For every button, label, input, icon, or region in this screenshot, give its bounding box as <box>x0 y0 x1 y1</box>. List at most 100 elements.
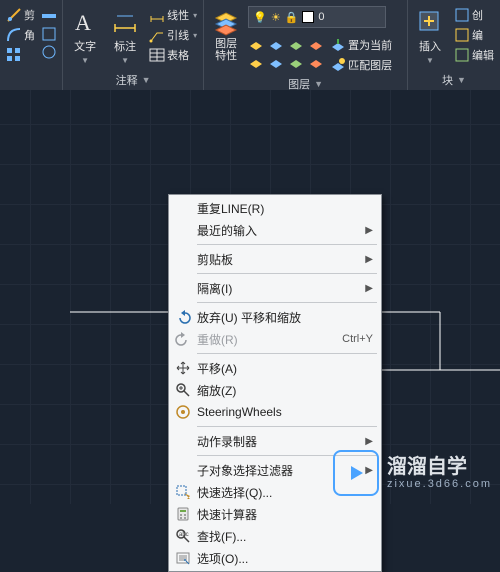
menu-item-label: 平移(A) <box>197 360 373 377</box>
block-attr-icon <box>454 47 470 63</box>
layer-ic-2[interactable] <box>268 36 284 52</box>
undo-icon <box>169 309 197 325</box>
chevron-down-icon: ▼ <box>142 75 151 85</box>
submenu-arrow-icon: ▶ <box>365 225 373 236</box>
trim-icon <box>6 7 22 23</box>
panel-modify: 剪 角 <box>0 0 63 92</box>
fillet-button[interactable]: 角 <box>4 26 37 44</box>
match-layer-icon <box>330 57 346 73</box>
dimension-button[interactable]: 标注 ▼ <box>107 6 143 67</box>
array-button[interactable] <box>4 46 37 64</box>
watermark: 溜溜自学 zixue.3d66.com <box>333 450 492 496</box>
submenu-arrow-icon: ▶ <box>365 436 373 447</box>
menu-item-7[interactable]: 放弃(U) 平移和缩放 <box>169 306 381 328</box>
text-icon: A <box>71 8 99 36</box>
dimension-icon <box>111 8 139 36</box>
watermark-brand: 溜溜自学 <box>387 456 492 478</box>
menu-separator <box>197 273 377 274</box>
menu-item-5[interactable]: 隔离(I)▶ <box>169 277 381 299</box>
menu-item-label: 放弃(U) 平移和缩放 <box>197 309 373 326</box>
menu-item-10[interactable]: 平移(A) <box>169 357 381 379</box>
panel-annotation: A 文字 ▼ 标注 ▼ 线性▾ 引线▾ 表格 注释▼ <box>63 0 204 92</box>
panel-layer: 图层特性 💡 ☀ 🔒 0 <box>204 0 408 92</box>
qselect-icon <box>169 484 197 500</box>
svg-text:abc: abc <box>179 532 189 538</box>
chevron-down-icon: ▼ <box>81 56 89 65</box>
leader-button[interactable]: 引线▾ <box>147 26 199 44</box>
zoom-icon <box>169 382 197 398</box>
canvas[interactable]: 重复LINE(R)最近的输入▶剪贴板▶隔离(I)▶放弃(U) 平移和缩放重做(R… <box>0 90 500 504</box>
leader-icon <box>149 27 165 43</box>
panel-block-title[interactable]: 块▼ <box>412 70 496 92</box>
set-current-icon <box>330 37 346 53</box>
modify-icon-1[interactable] <box>41 8 57 24</box>
find-icon: abc <box>169 528 197 544</box>
menu-item-19[interactable]: abc 查找(F)... <box>169 525 381 547</box>
layer-ic-1[interactable] <box>248 36 264 52</box>
modify-icon-3[interactable] <box>41 44 57 60</box>
menu-item-label: 重复LINE(R) <box>197 200 373 217</box>
layer-ic-8[interactable] <box>308 54 324 70</box>
menu-shortcut: Ctrl+Y <box>342 333 373 345</box>
block-create-button[interactable]: 创 <box>452 6 496 24</box>
layer-ic-7[interactable] <box>288 54 304 70</box>
submenu-arrow-icon: ▶ <box>365 254 373 265</box>
trim-button[interactable]: 剪 <box>4 6 37 24</box>
menu-item-1[interactable]: 最近的输入▶ <box>169 219 381 241</box>
sun-icon: ☀ <box>271 11 281 24</box>
block-edit-icon <box>454 27 470 43</box>
set-current-button[interactable]: 置为当前 <box>328 36 394 54</box>
menu-item-label: 最近的输入 <box>197 222 365 239</box>
menu-item-12[interactable]: SteeringWheels <box>169 401 381 423</box>
menu-item-label: 查找(F)... <box>197 528 373 545</box>
block-editattr-button[interactable]: 编辑 <box>452 46 496 64</box>
chevron-down-icon: ▼ <box>457 75 466 85</box>
menu-separator <box>197 353 377 354</box>
context-menu: 重复LINE(R)最近的输入▶剪贴板▶隔离(I)▶放弃(U) 平移和缩放重做(R… <box>168 194 382 572</box>
layer-combo[interactable]: 💡 ☀ 🔒 0 <box>248 6 386 28</box>
menu-item-label: 快速计算器 <box>197 506 373 523</box>
linear-icon <box>149 7 165 23</box>
array-icon <box>6 47 22 63</box>
calc-icon <box>169 506 197 522</box>
ribbon: 剪 角 A 文字 ▼ 标注 ▼ 线 <box>0 0 500 91</box>
menu-separator <box>197 302 377 303</box>
linear-button[interactable]: 线性▾ <box>147 6 199 24</box>
layer-ic-3[interactable] <box>288 36 304 52</box>
layer-ic-5[interactable] <box>248 54 264 70</box>
match-layer-button[interactable]: 匹配图层 <box>328 56 394 74</box>
layer-ic-6[interactable] <box>268 54 284 70</box>
wheel-icon <box>169 404 197 420</box>
panel-annot-title[interactable]: 注释▼ <box>67 70 199 92</box>
layer-prop-label: 图层特性 <box>215 38 237 62</box>
watermark-url: zixue.3d66.com <box>387 478 492 490</box>
menu-item-3[interactable]: 剪贴板▶ <box>169 248 381 270</box>
menu-item-label: SteeringWheels <box>197 405 373 419</box>
menu-item-label: 动作录制器 <box>197 433 365 450</box>
menu-item-11[interactable]: 缩放(Z) <box>169 379 381 401</box>
menu-item-14[interactable]: 动作录制器▶ <box>169 430 381 452</box>
color-swatch <box>302 11 314 23</box>
text-button[interactable]: A 文字 ▼ <box>67 6 103 67</box>
menu-item-label: 缩放(Z) <box>197 382 373 399</box>
redo-icon <box>169 331 197 347</box>
insert-button[interactable]: 插入 ▼ <box>412 6 448 67</box>
lock-icon: 🔒 <box>285 11 299 24</box>
modify-icon-2[interactable] <box>41 26 57 42</box>
insert-icon <box>416 8 444 36</box>
menu-item-18[interactable]: 快速计算器 <box>169 503 381 525</box>
watermark-play-icon <box>333 450 379 496</box>
panel-block: 插入 ▼ 创 编 编辑 块▼ <box>408 0 500 92</box>
table-icon <box>149 47 165 63</box>
menu-item-20[interactable]: 选项(O)... <box>169 547 381 569</box>
layer-properties-button[interactable]: 图层特性 <box>208 6 244 64</box>
submenu-arrow-icon: ▶ <box>365 283 373 294</box>
layer-ic-4[interactable] <box>308 36 324 52</box>
menu-item-0[interactable]: 重复LINE(R) <box>169 197 381 219</box>
fillet-icon <box>6 27 22 43</box>
block-edit-button[interactable]: 编 <box>452 26 496 44</box>
options-icon <box>169 550 197 566</box>
block-create-icon <box>454 7 470 23</box>
table-button[interactable]: 表格 <box>147 46 199 64</box>
chevron-down-icon: ▼ <box>426 56 434 65</box>
